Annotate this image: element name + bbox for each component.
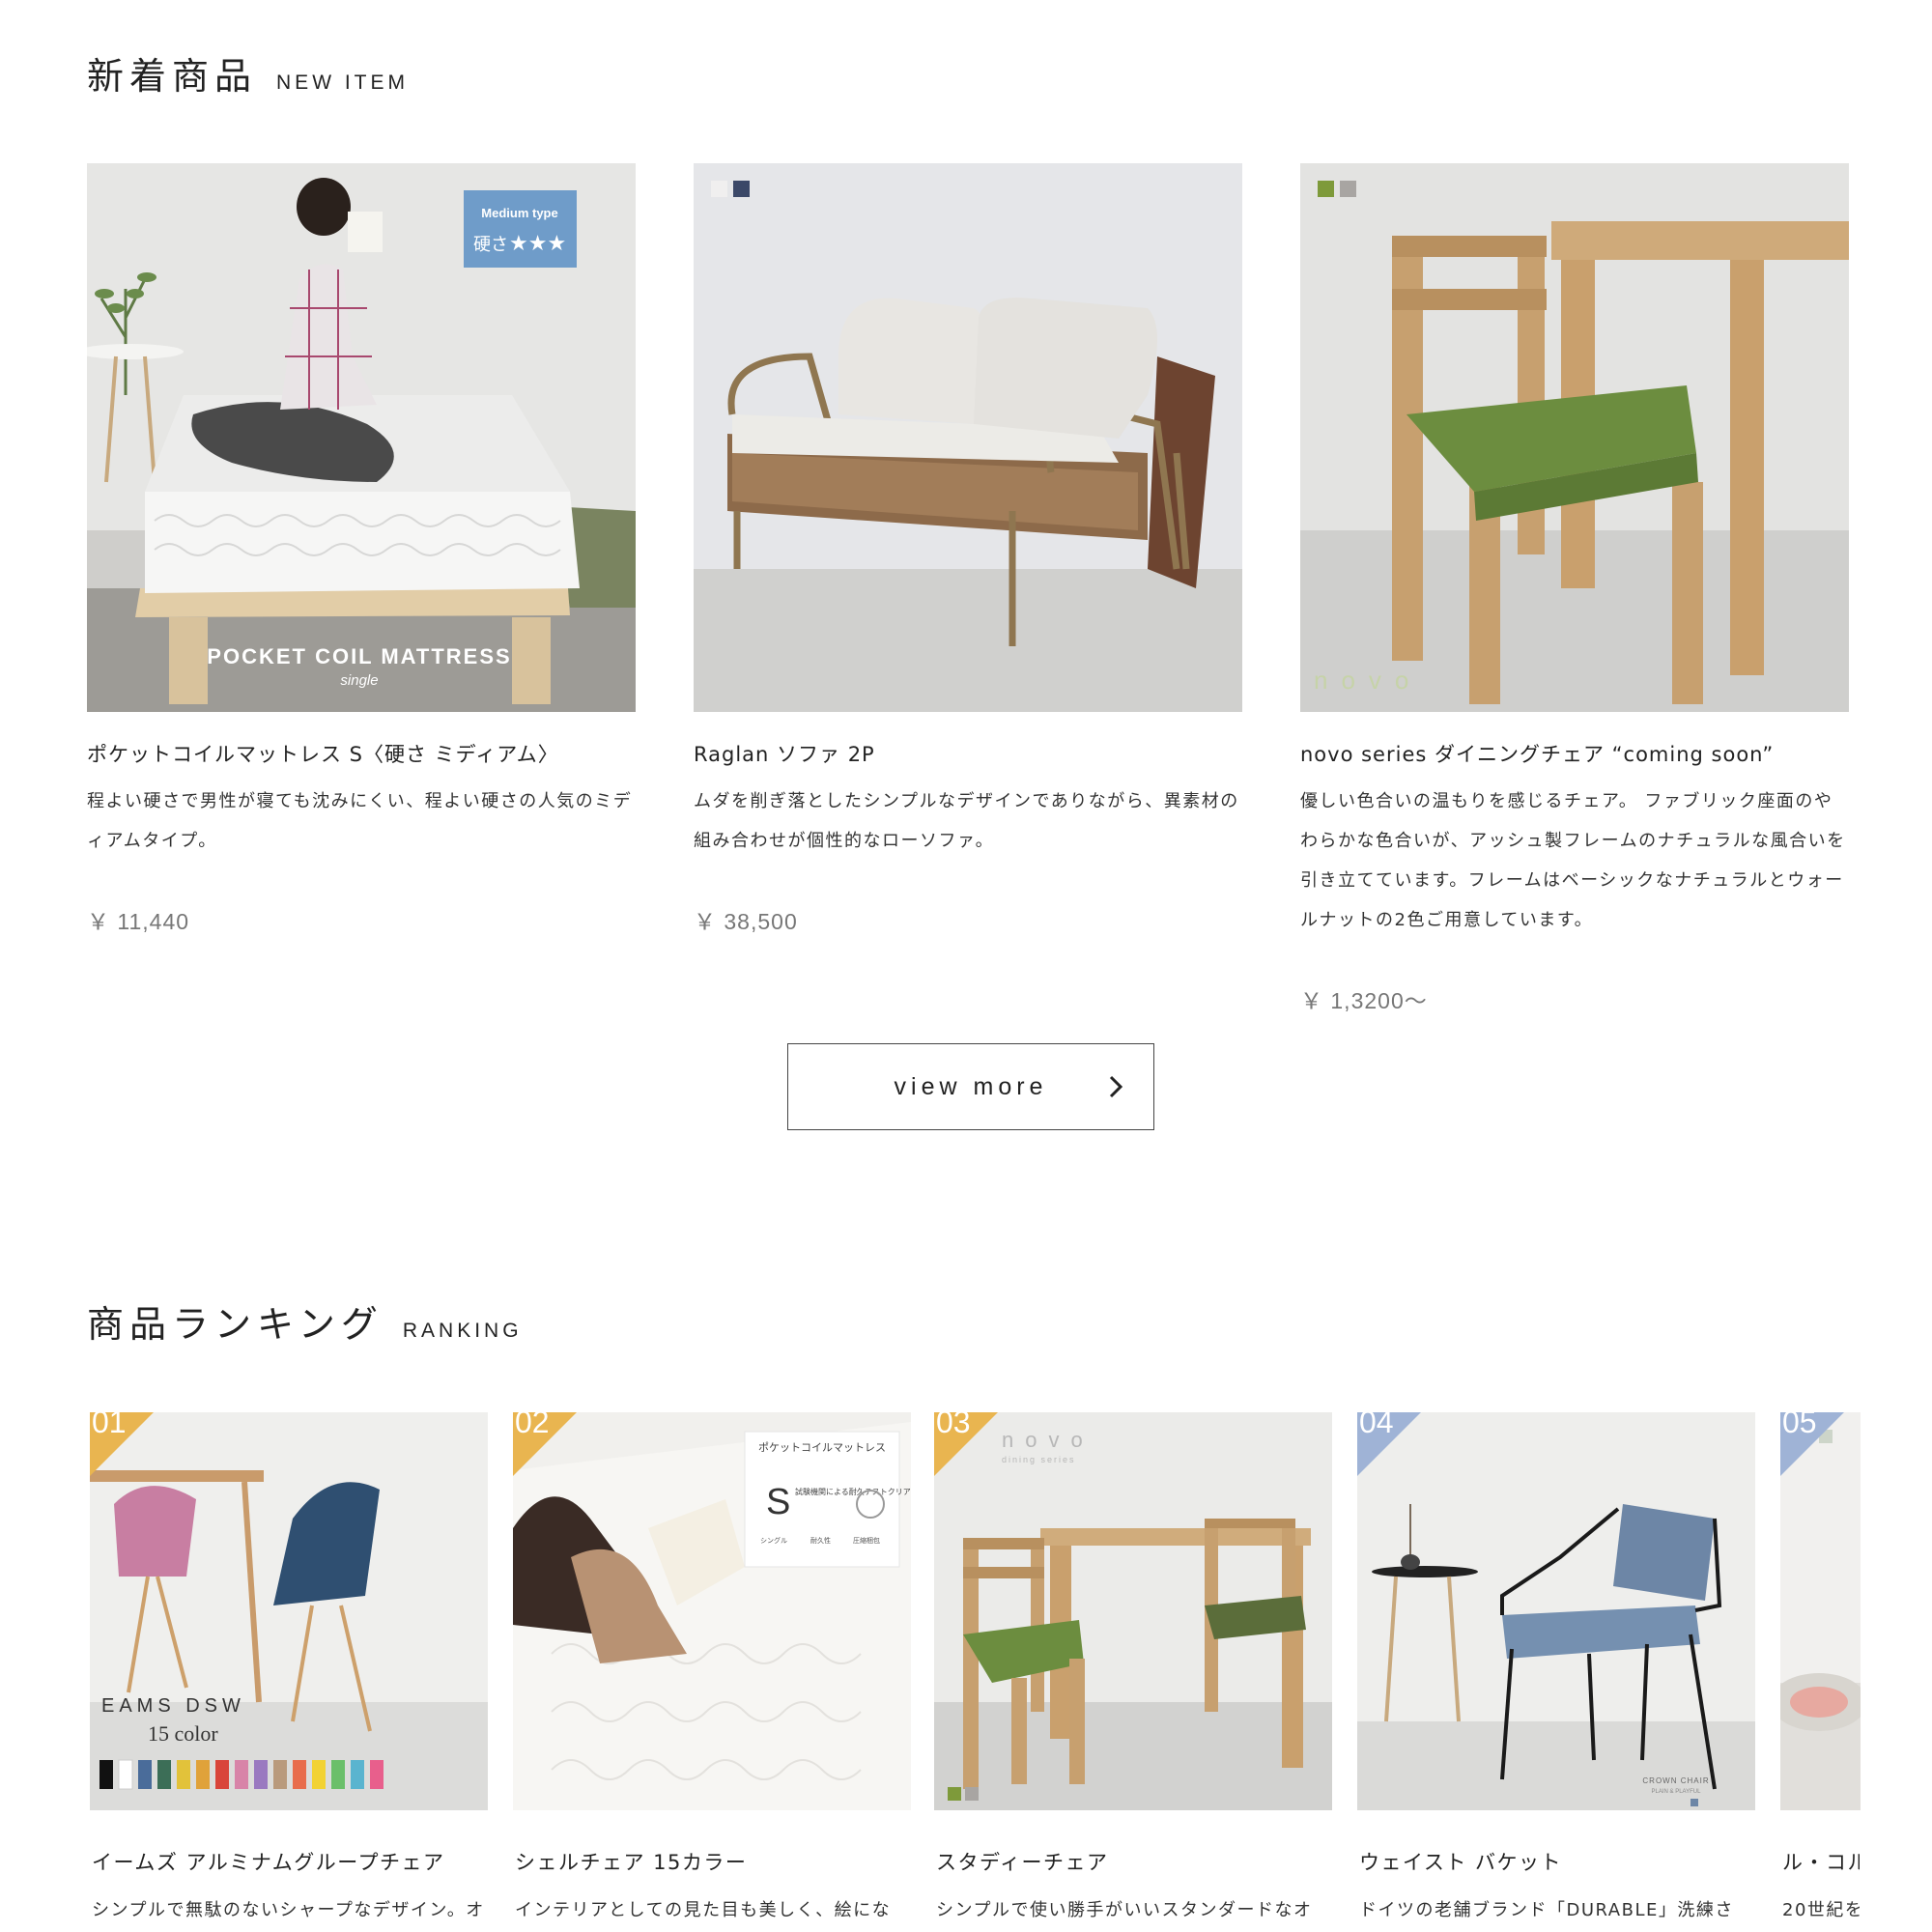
new-item-title-en: NEW ITEM (276, 71, 410, 94)
ranking-name-5[interactable]: ル・コル (1782, 1847, 1860, 1876)
product-price: ￥ 1,3200〜 (1300, 988, 1428, 1013)
rank-image-sub: 15 color (148, 1721, 218, 1746)
ranking-card-1[interactable]: EAMS DSW 15 color 01 (90, 1412, 488, 1810)
ranking-name-3[interactable]: スタディーチェア (936, 1847, 1109, 1876)
rank-image-text: novo (1002, 1428, 1094, 1452)
product-name[interactable]: novo series ダイニングチェア “coming soon” (1300, 739, 1774, 768)
ranking-description-1: シンプルで無駄のないシャープなデザイン。オ (92, 1900, 485, 1920)
ranking-description-4: ドイツの老舗ブランド「DURABLE」洗練さ (1359, 1900, 1734, 1920)
view-more-label: view more (894, 1073, 1048, 1100)
view-more-button[interactable]: view more (787, 1043, 1154, 1130)
rank-image-sub: dining series (1002, 1455, 1076, 1464)
product-image-mattress[interactable]: Medium type 硬さ ★★★ POCKET COIL MATTRESS … (87, 163, 636, 712)
rank-number: 05 (1782, 1412, 1817, 1439)
product-price: ￥ 38,500 (694, 909, 798, 934)
rank-number: 04 (1359, 1412, 1394, 1439)
badge-stars: ★★★ (509, 232, 566, 256)
rank-image-sub: S (766, 1482, 790, 1522)
ranking-description-3: シンプルで使い勝手がいいスタンダードなオ (936, 1900, 1313, 1920)
rank-number: 01 (92, 1412, 127, 1439)
rank-image-text: EAMS DSW (101, 1695, 245, 1717)
chevron-right-icon (1109, 1075, 1123, 1098)
ranking-card-3[interactable]: novo dining series 03 (934, 1412, 1332, 1810)
color-swatches (711, 181, 750, 197)
product-price: ￥ 11,440 (87, 909, 190, 934)
ranking-card-5[interactable]: 05 (1780, 1412, 1861, 1810)
ranking-title-jp: 商品ランキング (87, 1303, 384, 1346)
swatch-green[interactable] (1318, 181, 1334, 197)
rank-image-tag: 耐久性 (810, 1536, 831, 1545)
ranking-image-3[interactable]: novo dining series 03 (934, 1412, 1332, 1810)
swatch-white[interactable] (711, 181, 727, 197)
image-caption: POCKET COIL MATTRESS (207, 644, 511, 668)
rank-image-text: CROWN CHAIR (1642, 1776, 1709, 1785)
swatch-gray[interactable] (1340, 181, 1356, 197)
ranking-image-1[interactable]: EAMS DSW 15 color 01 (90, 1412, 488, 1810)
ranking-description-2: インテリアとしての見た目も美しく、絵にな (515, 1900, 892, 1920)
rank-image-note: 試験機関による耐久テストクリア (795, 1487, 911, 1496)
rank-image-sub: PLAIN & PLAYFUL (1652, 1789, 1702, 1795)
swatch-navy[interactable] (733, 181, 750, 197)
product-card-mattress[interactable]: Medium type 硬さ ★★★ POCKET COIL MATTRESS … (87, 163, 636, 936)
ranking-card-4[interactable]: CROWN CHAIR PLAIN & PLAYFUL 04 (1357, 1412, 1755, 1810)
ranking-heading: 商品ランキング RANKING (87, 1294, 523, 1348)
ranking-image-5[interactable]: 05 (1780, 1412, 1861, 1810)
ranking-card-2[interactable]: ポケットコイルマットレス S 試験機関による耐久テストクリア シングル 耐久性 … (513, 1412, 911, 1810)
badge-label: 硬さ (473, 235, 508, 255)
ranking-image-2[interactable]: ポケットコイルマットレス S 試験機関による耐久テストクリア シングル 耐久性 … (513, 1412, 911, 1810)
rank-number: 02 (515, 1412, 550, 1439)
ranking-title-en: RANKING (402, 1320, 523, 1342)
ranking-name-4[interactable]: ウェイスト バケット (1359, 1847, 1562, 1876)
ranking-description-5: 20世紀を (1782, 1900, 1860, 1920)
product-name[interactable]: ポケットコイルマットレス S〈硬さ ミディアム〉 (87, 739, 559, 768)
product-image-sofa[interactable] (694, 163, 1242, 712)
product-image-chair[interactable]: novo (1300, 163, 1849, 712)
badge-type: Medium type (481, 206, 557, 220)
rank-number: 03 (936, 1412, 971, 1439)
novo-logo: novo (1314, 666, 1423, 695)
new-item-heading: 新着商品 NEW ITEM (87, 46, 409, 99)
ranking-name-1[interactable]: イームズ アルミナムグループチェア (92, 1847, 444, 1876)
product-description: ムダを削ぎ落としたシンプルなデザインでありながら、異素材の組み合わせが個性的なロ… (694, 791, 1239, 851)
new-item-title-jp: 新着商品 (87, 55, 258, 98)
rank-image-tag: 圧縮梱包 (853, 1536, 880, 1545)
rank-image-text: ポケットコイルマットレス (758, 1441, 886, 1454)
product-card-sofa[interactable]: Raglan ソファ 2P ムダを削ぎ落としたシンプルなデザインでありながら、異… (694, 163, 1242, 936)
color-swatches (1318, 181, 1356, 197)
rank-image-tag: シングル (760, 1536, 787, 1545)
product-name[interactable]: Raglan ソファ 2P (694, 739, 875, 768)
product-description: 程よい硬さで男性が寝ても沈みにくい、程よい硬さの人気のミディアムタイプ。 (87, 791, 633, 851)
product-card-chair[interactable]: novo novo series ダイニングチェア “coming soon” … (1300, 163, 1849, 1013)
product-description: 優しい色合いの温もりを感じるチェア。 ファブリック座面のやわらかな色合いが、アッ… (1300, 791, 1846, 930)
ranking-image-4[interactable]: CROWN CHAIR PLAIN & PLAYFUL 04 (1357, 1412, 1755, 1810)
image-subcaption: single (340, 672, 378, 689)
ranking-name-2[interactable]: シェルチェア 15カラー (515, 1847, 747, 1876)
